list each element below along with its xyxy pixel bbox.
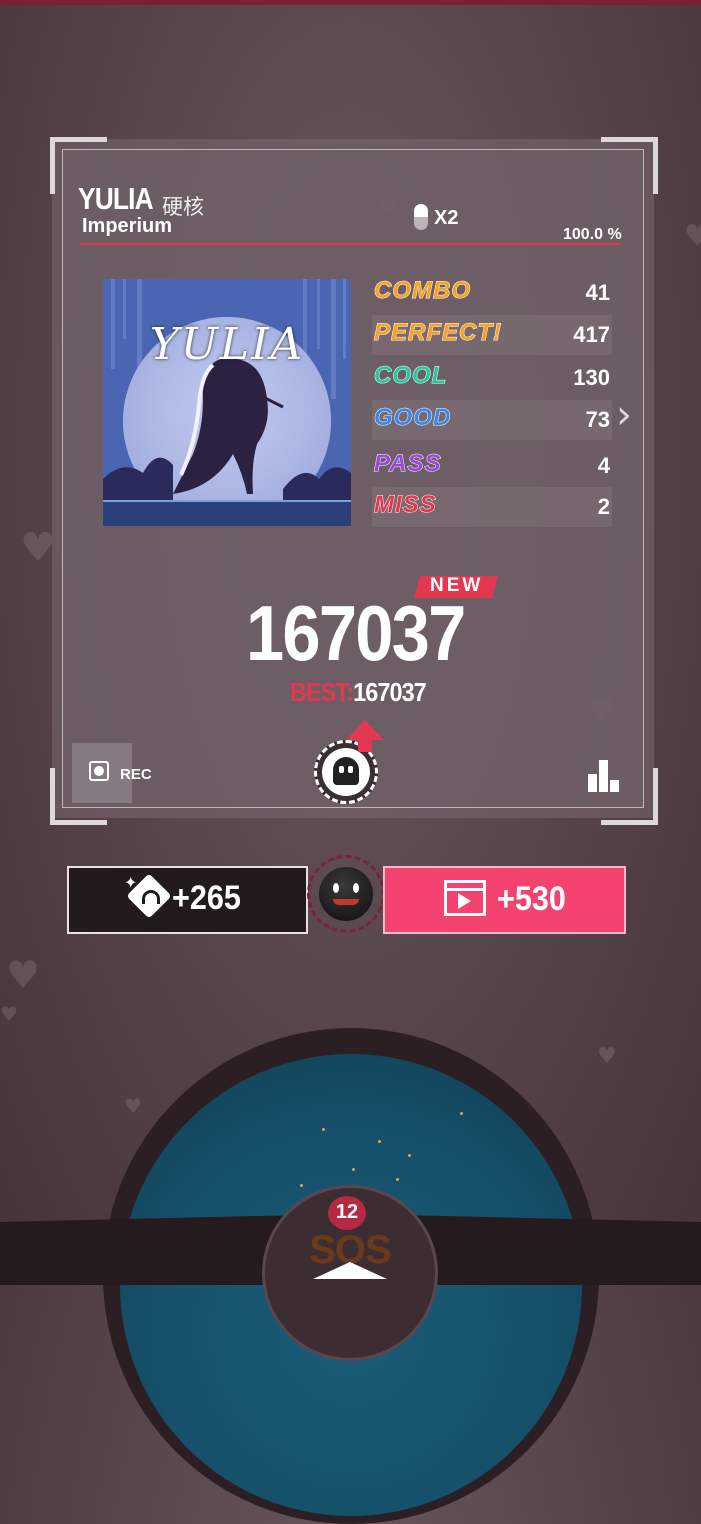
level-up-arrow-icon [346, 720, 384, 740]
heart-icon: ♥ [124, 1094, 142, 1118]
judgement-label: PERFECT! [374, 319, 502, 347]
count-badge-value: 12 [335, 1201, 359, 1223]
pill-icon [414, 204, 428, 230]
sparkle-dot [460, 1112, 463, 1115]
judgement-value: 4 [597, 453, 610, 478]
card-corner [601, 768, 658, 825]
sparkle-dot [396, 1178, 399, 1181]
best-label: BEST: [290, 677, 354, 707]
judgement-row: COOL 130 [372, 358, 612, 398]
accuracy: 100.0 % [563, 226, 622, 243]
card-corner [601, 137, 658, 194]
judgement-label: COMBO [374, 277, 471, 305]
heart-icon: ♥ [684, 219, 701, 254]
sparkle-dot [322, 1128, 325, 1131]
judgement-value: 73 [585, 407, 610, 432]
judgement-value: 130 [573, 365, 610, 390]
heart-icon: ♥ [597, 1044, 617, 1069]
best-value: 167037 [353, 677, 427, 707]
title-divider [80, 243, 620, 245]
judgement-label: PASS [374, 450, 442, 478]
chevron-right-icon[interactable]: › [616, 392, 632, 438]
rec-label: REC [120, 766, 152, 783]
headphone-icon [142, 890, 160, 904]
album-title: YULIA [149, 319, 305, 370]
sparkle-dot [378, 1140, 381, 1143]
song-title: YULIA [78, 181, 154, 216]
score: 167037 [246, 589, 466, 677]
play-icon [458, 893, 471, 909]
heart-icon: ♥ [6, 953, 41, 997]
sparkle-dot [408, 1154, 411, 1157]
judgement-label: GOOD [373, 404, 452, 432]
record-icon [89, 761, 109, 781]
judgement-row: MISS 2 [372, 487, 612, 527]
judgement-row: GOOD 73 [372, 400, 612, 440]
mascot-eye [353, 883, 359, 893]
mascot-face-icon[interactable] [319, 867, 373, 921]
judgement-label: MISS [374, 491, 437, 519]
heart-icon: ♥ [20, 525, 56, 571]
reward-right-value: +530 [497, 880, 566, 918]
judgement-value: 2 [597, 494, 610, 519]
sparkle-dot [300, 1184, 303, 1187]
album-art: YULIA [103, 279, 351, 526]
mascot-eye [333, 883, 339, 893]
judgement-row: PERFECT! 417 [372, 315, 612, 355]
up-triangle-icon[interactable] [313, 1262, 387, 1279]
mascot-mouth [333, 899, 359, 905]
judgement-label: COOL [373, 362, 448, 390]
judgement-value: 417 [573, 322, 610, 347]
multiplier: X2 [434, 207, 459, 229]
sparkle-dot [352, 1168, 355, 1171]
judgement-row: COMBO 41 [372, 273, 612, 313]
judgement-row: PASS 4 [372, 446, 612, 486]
top-bar [0, 0, 701, 5]
level-up-arrow-stem [358, 738, 372, 752]
song-artist: Imperium [82, 215, 173, 237]
heart-icon: ♥ [0, 1002, 18, 1026]
best-score: BEST:167037 [290, 677, 427, 708]
ghost-icon [333, 757, 359, 785]
judgement-value: 41 [585, 280, 610, 305]
reward-left-value: +265 [172, 879, 241, 917]
